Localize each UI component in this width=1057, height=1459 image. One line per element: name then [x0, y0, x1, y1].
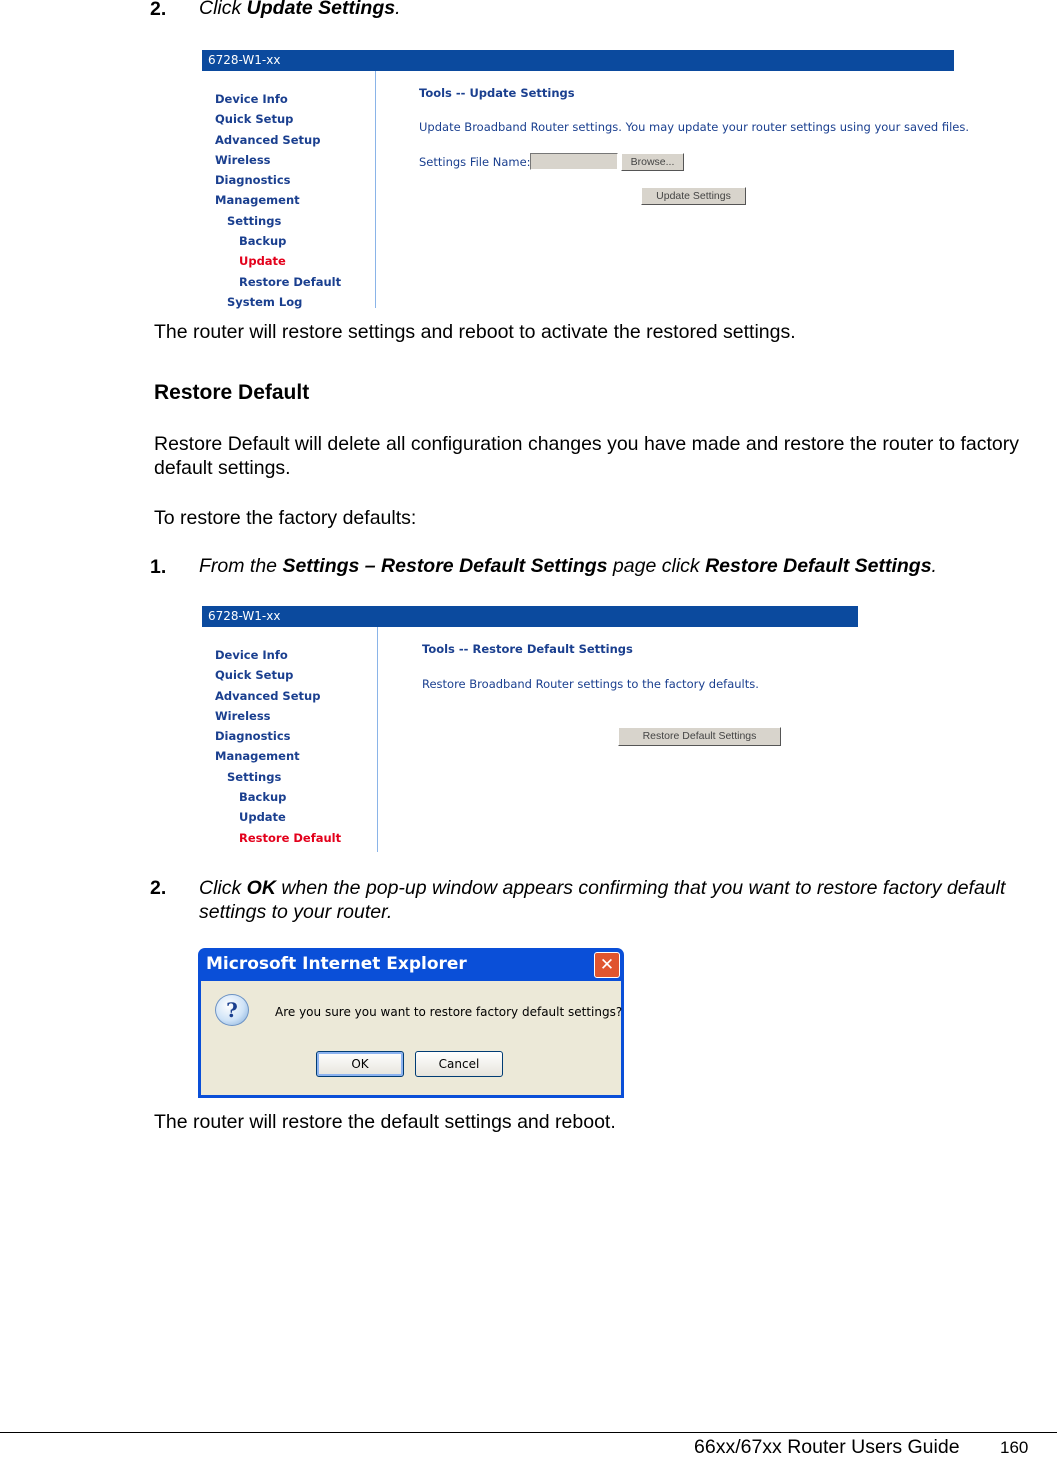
sidebar-item-quick-setup[interactable]: Quick Setup [215, 665, 341, 685]
paragraph: The router will restore settings and reb… [154, 321, 796, 343]
settings-file-input[interactable] [530, 153, 618, 170]
sidebar-item-restore-default[interactable]: Restore Default [215, 272, 341, 292]
dialog-title: Microsoft Internet Explorer [206, 954, 467, 974]
page-description: Restore Broadband Router settings to the… [422, 677, 759, 691]
dialog-body: ? Are you sure you want to restore facto… [201, 981, 623, 1095]
update-settings-button[interactable]: Update Settings [641, 187, 746, 205]
sidebar-item-restore-default[interactable]: Restore Default [215, 828, 341, 848]
file-name-label: Settings File Name: [419, 155, 531, 169]
restore-default-screenshot: 6728-W1-xx Device Info Quick Setup Advance… [202, 606, 858, 852]
footer-guide-title: 66xx/67xx Router Users Guide [694, 1436, 960, 1458]
cancel-button[interactable]: Cancel [415, 1051, 503, 1077]
step-text: when the pop-up window appears confirmin… [199, 877, 1006, 923]
sidebar-nav: Device Info Quick Setup Advanced Setup Wire… [215, 645, 341, 848]
step-instruction: From the Settings – Restore Default Sett… [199, 554, 937, 578]
sidebar-item-update[interactable]: Update [215, 251, 341, 271]
step-emphasis: OK [246, 877, 276, 899]
step-number: 2. [150, 877, 167, 899]
page-title: Tools -- Restore Default Settings [422, 642, 633, 656]
step-text: Click [199, 877, 247, 899]
sidebar-item-management[interactable]: Management [215, 746, 341, 766]
paragraph: The router will restore the default sett… [154, 1111, 616, 1133]
step-emphasis: Settings – Restore Default Settings [282, 555, 608, 577]
paragraph: Restore Default will delete all configur… [154, 433, 1019, 479]
sidebar-item-advanced-setup[interactable]: Advanced Setup [215, 686, 341, 706]
step-instruction: Click Update Settings. [199, 0, 401, 20]
step-emphasis: Update Settings [246, 0, 396, 19]
sidebar-item-diagnostics[interactable]: Diagnostics [215, 170, 341, 190]
nav-divider [377, 627, 378, 852]
confirm-dialog: Microsoft Internet Explorer ✕ ? Are you … [198, 948, 624, 1098]
ok-button[interactable]: OK [316, 1051, 404, 1077]
restore-default-settings-button[interactable]: Restore Default Settings [618, 727, 781, 746]
sidebar-item-update[interactable]: Update [215, 807, 341, 827]
window-title-bar: 6728-W1-xx [202, 606, 858, 627]
footer-divider [0, 1432, 1057, 1433]
sidebar-nav: Device Info Quick Setup Advanced Setup Wire… [215, 89, 341, 312]
page-title: Tools -- Update Settings [419, 86, 575, 100]
sidebar-item-backup[interactable]: Backup [215, 231, 341, 251]
sidebar-item-device-info[interactable]: Device Info [215, 89, 341, 109]
sidebar-item-quick-setup[interactable]: Quick Setup [215, 109, 341, 129]
sidebar-item-diagnostics[interactable]: Diagnostics [215, 726, 341, 746]
sidebar-item-backup[interactable]: Backup [215, 787, 341, 807]
step-text: From the [199, 555, 283, 577]
sidebar-item-management[interactable]: Management [215, 190, 341, 210]
update-settings-screenshot: 6728-W1-xx Device Info Quick Setup Advance… [202, 50, 969, 309]
close-icon[interactable]: ✕ [594, 952, 620, 978]
sidebar-item-settings[interactable]: Settings [215, 211, 341, 231]
page-number: 160 [1000, 1438, 1029, 1457]
step-text: page click [607, 555, 706, 577]
step-number: 1. [150, 556, 167, 578]
step-number: 2. [150, 0, 167, 20]
sidebar-item-settings[interactable]: Settings [215, 767, 341, 787]
sidebar-item-device-info[interactable]: Device Info [215, 645, 341, 665]
sidebar-item-wireless[interactable]: Wireless [215, 706, 341, 726]
step-text: . [931, 555, 937, 577]
dialog-message: Are you sure you want to restore factory… [275, 1005, 623, 1019]
step-text: . [395, 0, 401, 19]
nav-divider [375, 71, 376, 308]
section-heading: Restore Default [154, 381, 310, 404]
step-instruction: Click OK when the pop-up window appears … [199, 876, 1019, 924]
sidebar-item-wireless[interactable]: Wireless [215, 150, 341, 170]
window-title-bar: 6728-W1-xx [202, 50, 954, 71]
sidebar-item-advanced-setup[interactable]: Advanced Setup [215, 130, 341, 150]
step-emphasis: Restore Default Settings [705, 555, 932, 577]
sidebar-item-system-log[interactable]: System Log [215, 292, 341, 312]
browse-button[interactable]: Browse... [621, 153, 684, 171]
step-text: Click [199, 0, 247, 19]
page-description: Update Broadband Router settings. You ma… [419, 120, 970, 134]
paragraph: To restore the factory defaults: [154, 507, 417, 529]
question-icon: ? [215, 994, 249, 1026]
